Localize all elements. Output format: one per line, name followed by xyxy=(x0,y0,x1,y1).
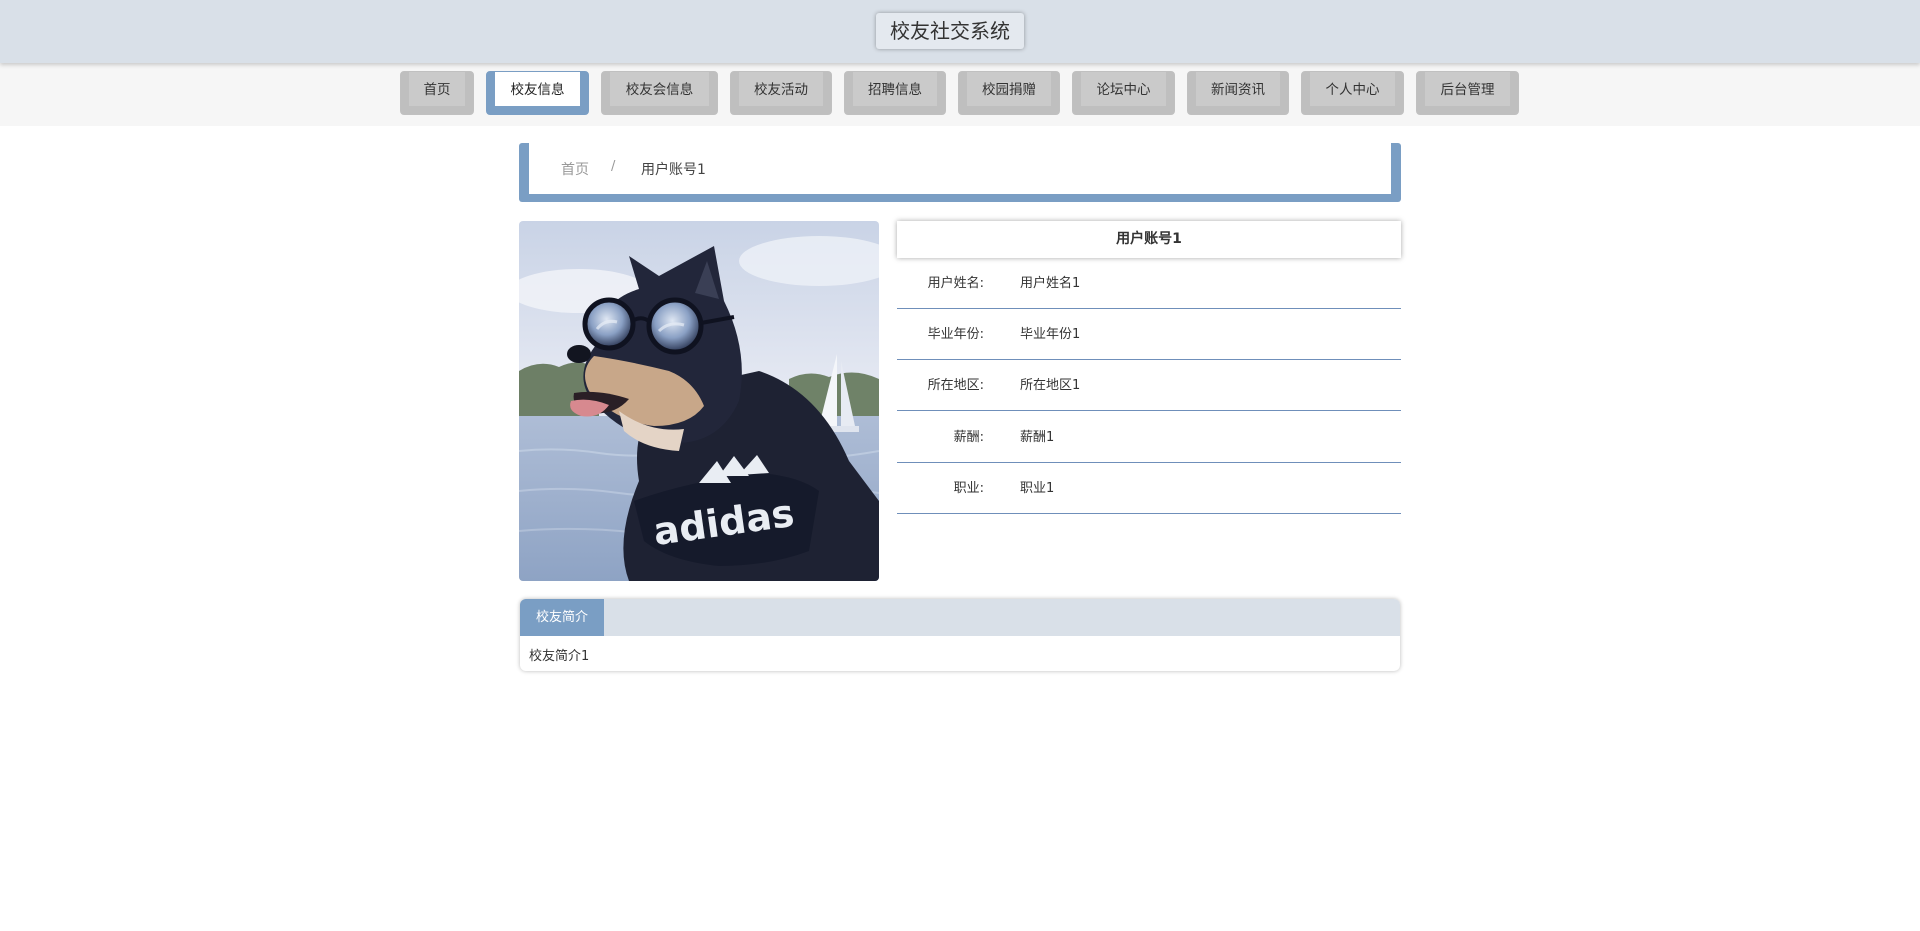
profile-field-label: 职业: xyxy=(953,481,984,496)
nav-item-label: 新闻资讯 xyxy=(1196,72,1280,106)
tab-alumni-intro[interactable]: 校友简介 xyxy=(520,599,604,636)
profile-photo: adidas xyxy=(519,221,879,581)
profile-field-row: 职业: 职业1 xyxy=(897,463,1401,514)
nav-item-label: 首页 xyxy=(409,72,465,106)
profile-field-row: 薪酬: 薪酬1 xyxy=(897,412,1401,463)
nav-item-alumni-activities[interactable]: 校友活动 xyxy=(730,71,832,115)
nav-item-label: 校友信息 xyxy=(495,72,580,106)
nav-item-news[interactable]: 新闻资讯 xyxy=(1187,71,1289,115)
profile-field-label: 所在地区: xyxy=(927,378,984,393)
nav-item-personal-center[interactable]: 个人中心 xyxy=(1301,71,1404,115)
nav-item-label: 校友会信息 xyxy=(610,72,709,106)
profile-field-label: 薪酬: xyxy=(953,430,984,445)
breadcrumb-current: 用户账号1 xyxy=(641,162,706,178)
site-title: 校友社交系统 xyxy=(876,13,1024,49)
profile-field-row: 所在地区: 所在地区1 xyxy=(897,360,1401,411)
nav-item-label: 个人中心 xyxy=(1310,72,1395,106)
profile-field-label: 用户姓名: xyxy=(927,276,984,291)
profile-field-value: 所在地区1 xyxy=(1020,378,1081,393)
profile-field-row: 用户姓名: 用户姓名1 xyxy=(897,258,1401,309)
site-header: 校友社交系统 xyxy=(0,0,1920,63)
nav-item-alumni-info[interactable]: 校友信息 xyxy=(486,71,589,115)
nav-item-donation[interactable]: 校园捐赠 xyxy=(958,71,1060,115)
profile-field-value: 用户姓名1 xyxy=(1020,276,1081,291)
alumni-intro-panel: 校友简介 校友简介1 xyxy=(520,599,1400,671)
profile-field-row: 毕业年份: 毕业年份1 xyxy=(897,309,1401,360)
nav-item-label: 校友活动 xyxy=(739,72,823,106)
breadcrumb: 首页 / 用户账号1 xyxy=(519,143,1401,202)
intro-tab-bar: 校友简介 xyxy=(520,599,1400,636)
profile-field-label: 毕业年份: xyxy=(927,327,984,342)
profile-field-value: 职业1 xyxy=(1020,481,1055,496)
profile-account-title: 用户账号1 xyxy=(897,221,1401,258)
nav-item-recruitment[interactable]: 招聘信息 xyxy=(844,71,946,115)
breadcrumb-panel: 首页 / 用户账号1 xyxy=(529,143,1391,194)
main-nav: 首页 校友信息 校友会信息 校友活动 招聘信息 校园捐赠 论坛中心 新闻资讯 个… xyxy=(0,63,1920,126)
nav-item-label: 招聘信息 xyxy=(853,72,937,106)
breadcrumb-home-link[interactable]: 首页 xyxy=(561,159,589,179)
profile-field-value: 薪酬1 xyxy=(1020,430,1055,445)
nav-item-label: 后台管理 xyxy=(1425,72,1510,106)
intro-content: 校友简介1 xyxy=(529,649,590,664)
nav-item-forum[interactable]: 论坛中心 xyxy=(1072,71,1175,115)
dog-photo-illustration: adidas xyxy=(519,221,879,581)
breadcrumb-separator: / xyxy=(611,159,616,174)
nav-item-alumni-association[interactable]: 校友会信息 xyxy=(601,71,718,115)
nav-item-admin[interactable]: 后台管理 xyxy=(1416,71,1519,115)
nav-item-label: 校园捐赠 xyxy=(967,72,1051,106)
nav-item-home[interactable]: 首页 xyxy=(400,71,474,115)
profile-field-value: 毕业年份1 xyxy=(1020,327,1081,342)
nav-item-label: 论坛中心 xyxy=(1081,72,1166,106)
